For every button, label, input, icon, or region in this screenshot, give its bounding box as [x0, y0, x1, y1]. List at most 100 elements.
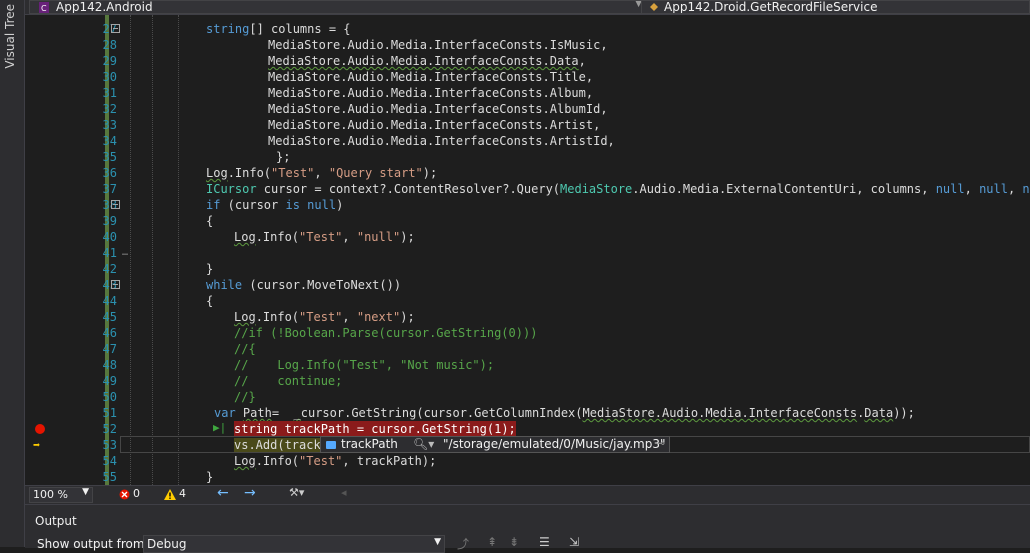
code-token: null [307, 198, 337, 212]
code-token: MediaStore.Audio.Media.InterfaceConsts.D… [268, 54, 579, 68]
line-number: 36 [102, 166, 117, 180]
line-number: 46 [102, 326, 117, 340]
code-line: vs.Add(trackP [234, 437, 328, 453]
code-line: MediaStore.Audio.Media.InterfaceConsts.A… [268, 133, 615, 149]
collapse-outline-icon[interactable] [111, 24, 120, 33]
code-line: //{ [234, 341, 256, 357]
code-line: string[] columns = { [206, 21, 351, 37]
line-number: 48 [102, 358, 117, 372]
code-token: is [285, 198, 300, 212]
zoom-level: 100 % [33, 488, 68, 501]
code-token: MediaStore.Audio.Media.InterfaceConsts.I… [268, 38, 608, 52]
scroll-left-icon[interactable]: ◂ [341, 486, 347, 499]
datatip-value: "/storage/emulated/0/Music/jay.mp3" [443, 437, 666, 451]
code-token: (cursor [220, 198, 286, 212]
code-token: { [206, 294, 214, 308]
code-line: { [206, 213, 213, 229]
navigate-back-icon[interactable]: ← [217, 485, 229, 501]
member-dropdown[interactable]: App142.Droid.GetRecordFileService [641, 0, 1030, 14]
class-icon [650, 3, 658, 11]
indent-guide [130, 15, 131, 485]
code-token: MediaStore.Audio.Media.InterfaceConsts.A… [268, 86, 594, 100]
code-token: , [314, 166, 329, 180]
code-editor[interactable]: 27 string[] columns = {28 MediaStore.Audio… [25, 15, 1030, 485]
code-token: cursor.GetString(cursor.GetColumnIndex( [300, 406, 583, 420]
breakpoint-icon[interactable] [35, 424, 45, 434]
code-token: cursor = context?.ContentResolver?.Query… [256, 182, 561, 196]
output-title: Output [35, 514, 77, 528]
code-token: "null" [356, 230, 401, 244]
output-source-value: Debug [147, 537, 187, 551]
warning-icon[interactable] [164, 489, 176, 500]
code-line: ICursor cursor = context?.ContentResolve… [206, 181, 1030, 197]
member-name: App142.Droid.GetRecordFileService [664, 0, 878, 14]
field-icon [326, 441, 336, 449]
run-to-click-icon[interactable]: ▶| [213, 422, 226, 434]
code-token: .Info( [255, 454, 300, 468]
line-number: 45 [102, 310, 117, 324]
project-name: App142.Android [56, 0, 153, 14]
line-number: 53 [102, 438, 117, 452]
brush-icon[interactable]: ⚒▾ [289, 486, 304, 499]
csharp-project-icon: C [39, 2, 49, 13]
line-number: 41 [102, 246, 117, 260]
code-token: Log [234, 310, 256, 324]
code-token: while [206, 278, 243, 292]
code-token: //} [234, 390, 256, 404]
error-icon[interactable] [119, 489, 130, 500]
output-source-dropdown[interactable]: Debug ▼ [143, 535, 445, 553]
datatip-name: trackPath [341, 437, 398, 451]
code-token: MediaStore.Audio.Media.InterfaceConsts [582, 406, 858, 420]
code-line: } [206, 469, 213, 485]
pin-icon[interactable]: ⊸ [655, 436, 665, 450]
code-token: , [964, 182, 980, 196]
zoom-dropdown[interactable]: 100 % ▼ [29, 487, 93, 503]
line-number: 42 [102, 262, 117, 276]
code-line: Log.Info("Test", trackPath); [234, 453, 436, 469]
code-token: ) [336, 198, 344, 212]
line-number: 39 [102, 214, 117, 228]
code-line: MediaStore.Audio.Media.InterfaceConsts.A… [268, 101, 608, 117]
code-token: Data [864, 406, 894, 420]
line-number: 44 [102, 294, 117, 308]
code-token: } [206, 470, 214, 484]
line-number: 49 [102, 374, 117, 388]
code-token: ); [400, 310, 415, 324]
collapse-outline-icon[interactable] [111, 280, 120, 289]
code-line: // Log.Info("Test", "Not music"); [234, 357, 494, 373]
code-token: // Log.Info("Test", "Not music"); [234, 358, 495, 372]
chevron-down-icon: ▼ [82, 487, 89, 497]
visual-tree-tab[interactable]: Visual Tree [3, 4, 17, 69]
code-token: , [342, 310, 357, 324]
instruction-pointer-icon[interactable]: ➡ [33, 439, 40, 451]
code-token: , trackPath); [342, 454, 437, 468]
code-token: Log [234, 230, 256, 244]
line-number: 51 [102, 406, 117, 420]
code-token: //{ [234, 342, 256, 356]
code-token: null [979, 182, 1008, 196]
code-token: string [206, 22, 250, 36]
magnifier-icon[interactable]: 🔍︎▾ [413, 437, 434, 451]
code-line: } [206, 261, 213, 277]
output-pane: Output Show output from: Debug ▼ ⤴ ⇞ ⇟ ☰… [25, 504, 1030, 553]
navigation-bar: C App142.Android ▼ App142.Droid.GetRecor… [25, 0, 1030, 15]
code-token: ); [400, 230, 415, 244]
project-dropdown[interactable]: C App142.Android ▼ [29, 0, 647, 14]
line-number: 33 [102, 118, 117, 132]
line-number: 30 [102, 70, 117, 84]
code-token: string [234, 422, 278, 436]
code-token: MediaStore.Audio.Media.InterfaceConsts.A… [268, 118, 601, 132]
code-token: MediaStore.Audio.Media.InterfaceConsts.T… [268, 70, 594, 84]
code-line: MediaStore.Audio.Media.InterfaceConsts.A… [268, 117, 600, 133]
find-message-icon[interactable]: ⤴ [457, 535, 469, 552]
code-token: [] columns = { [249, 22, 351, 36]
indent-guide [178, 15, 179, 485]
code-token: trackPath = cursor.GetString(1); [277, 422, 516, 436]
code-token: }; [276, 150, 291, 164]
code-token: ICursor [206, 182, 257, 196]
navigate-forward-icon[interactable]: → [244, 485, 256, 501]
datatip[interactable]: trackPath 🔍︎▾ "/storage/emulated/0/Music… [320, 436, 670, 453]
code-token: , [342, 230, 357, 244]
collapse-outline-icon[interactable] [111, 200, 120, 209]
